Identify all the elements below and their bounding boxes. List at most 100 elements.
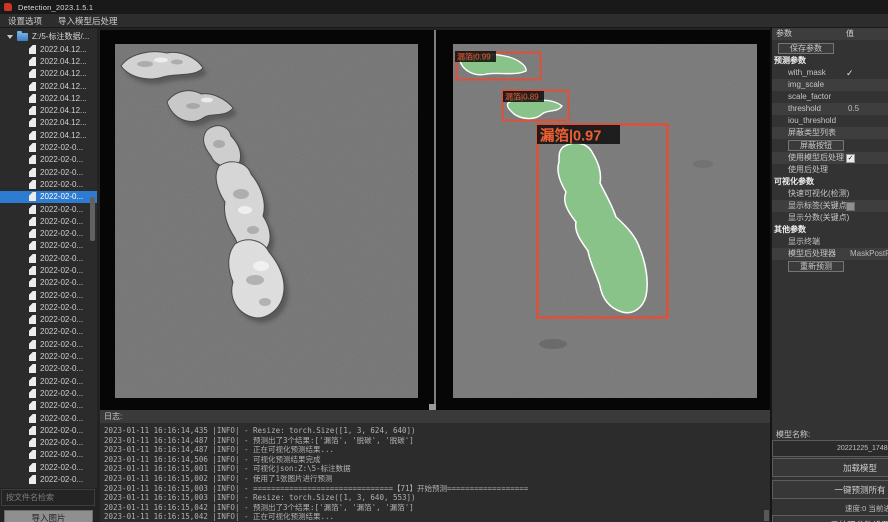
import-images-button[interactable]: 导入图片	[4, 510, 93, 522]
tree-item[interactable]: 2022-02-0...	[0, 277, 97, 289]
checkbox-empty[interactable]	[846, 202, 855, 211]
file-icon	[29, 168, 36, 177]
tree-item[interactable]: 2022-02-0...	[0, 240, 97, 252]
file-icon	[29, 315, 36, 324]
param-button-row: 重新预测	[772, 260, 888, 273]
param-row[interactable]: 模型后处理器MaskPostPro	[772, 248, 888, 260]
param-row[interactable]: scale_factor	[772, 91, 888, 103]
tree-item[interactable]: 2022-02-0...	[0, 178, 97, 190]
tree-item[interactable]: 2022.04.12...	[0, 80, 97, 92]
model-name-field[interactable]: 20221225_174813	[772, 440, 888, 457]
tree-item[interactable]: 2022-02-0...	[0, 461, 97, 473]
tree-item-label: 2022-02-0...	[40, 450, 83, 459]
tree-item[interactable]: 2022.04.12...	[0, 55, 97, 67]
file-tree-items: 2022.04.12...2022.04.12...2022.04.12...2…	[0, 43, 97, 486]
tree-item[interactable]: 2022-02-0...	[0, 264, 97, 276]
tree-item-label: 2022.04.12...	[40, 131, 87, 140]
tree-item[interactable]: 2022.04.12...	[0, 92, 97, 104]
app-icon	[4, 3, 12, 11]
param-row[interactable]: img_scale	[772, 79, 888, 91]
param-row[interactable]: 显示标签(关键点)	[772, 200, 888, 212]
tree-item[interactable]: 2022-02-0...	[0, 203, 97, 215]
tree-item[interactable]: 2022-02-0...	[0, 363, 97, 375]
file-icon	[29, 69, 36, 78]
tree-item[interactable]: 2022.04.12...	[0, 104, 97, 116]
param-label: 显示分数(关键点)	[788, 212, 849, 224]
log-line: 2023-01-11 16:16:15,001 |INFO| - 可视化json…	[104, 464, 770, 474]
tree-item[interactable]: 2022-02-0...	[0, 191, 97, 203]
file-icon	[29, 414, 36, 423]
tree-item-label: 2022-02-0...	[40, 155, 83, 164]
tree-item-label: 2022-02-0...	[40, 217, 83, 226]
tree-item[interactable]: 2022.04.12...	[0, 68, 97, 80]
tree-item[interactable]: 2022-02-0...	[0, 252, 97, 264]
log-line: 2023-01-11 16:16:14,435 |INFO| - Resize:…	[104, 426, 770, 436]
param-row[interactable]: 屏蔽类型列表	[772, 127, 888, 139]
file-icon	[29, 57, 36, 66]
mask-types-button[interactable]: 屏蔽按钮	[788, 140, 844, 151]
file-icon	[29, 377, 36, 386]
source-image-panel[interactable]	[100, 30, 434, 410]
tree-item[interactable]: 2022-02-0...	[0, 412, 97, 424]
param-label: with_mask	[788, 67, 826, 79]
tree-scrollbar-thumb[interactable]	[90, 197, 95, 241]
param-row[interactable]: iou_threshold	[772, 115, 888, 127]
predict-all-button[interactable]: 一键预测所有	[772, 480, 888, 499]
tree-item-label: 2022-02-0...	[40, 463, 83, 472]
tree-item[interactable]: 2022-02-0...	[0, 314, 97, 326]
load-model-button[interactable]: 加载模型	[772, 458, 888, 477]
menu-item-import-postprocess[interactable]: 导入模型后处理	[58, 15, 118, 27]
file-icon	[29, 155, 36, 164]
repredict-button[interactable]: 重新预测	[788, 261, 844, 272]
menu-item-settings[interactable]: 设置选项	[8, 15, 42, 27]
param-row[interactable]: with_mask✓	[772, 67, 888, 79]
tree-item[interactable]: 2022-02-0...	[0, 400, 97, 412]
log-line: 2023-01-11 16:16:15,003 |INFO| - =======…	[104, 484, 770, 494]
tree-item[interactable]: 2022-02-0...	[0, 215, 97, 227]
save-params-button[interactable]: 保存参数	[778, 43, 834, 54]
tree-item[interactable]: 2022.04.12...	[0, 43, 97, 55]
log-scrollbar-thumb[interactable]	[764, 510, 769, 521]
prediction-image-panel[interactable]: 漏箔|0.99 漏箔|0.89 漏箔|0.97	[436, 30, 770, 410]
tree-item[interactable]: 2022-02-0...	[0, 326, 97, 338]
chevron-down-icon[interactable]	[7, 35, 13, 39]
tree-item[interactable]: 2022-02-0...	[0, 141, 97, 153]
param-row[interactable]: 使用后处理	[772, 164, 888, 176]
param-row[interactable]: 显示分数(关键点)	[772, 212, 888, 224]
tree-item[interactable]: 2022-02-0...	[0, 227, 97, 239]
param-label: scale_factor	[788, 91, 831, 103]
tree-item[interactable]: 2022.04.12...	[0, 117, 97, 129]
tree-item[interactable]: 2022-02-0...	[0, 154, 97, 166]
tree-item[interactable]: 2022-02-0...	[0, 387, 97, 399]
speed-progress-status: 速度:0 当前进度	[845, 503, 888, 514]
tree-item-label: 2022-02-0...	[40, 377, 83, 386]
tree-item[interactable]: 2022-02-0...	[0, 437, 97, 449]
tree-item[interactable]: 2022.04.12...	[0, 129, 97, 141]
tree-item[interactable]: 2022-02-0...	[0, 424, 97, 436]
file-icon	[29, 463, 36, 472]
param-row[interactable]: 快速可视化(检测)	[772, 188, 888, 200]
tree-item[interactable]: 2022-02-0...	[0, 473, 97, 485]
param-table-header: 参数 值	[772, 28, 888, 40]
param-button-row: 保存参数	[772, 42, 888, 55]
postprocess-params-button[interactable]: 后处理参数设置	[772, 515, 888, 522]
param-row[interactable]: 显示终端	[772, 236, 888, 248]
tree-item-label: 2022-02-0...	[40, 266, 83, 275]
tree-item[interactable]: 2022-02-0...	[0, 375, 97, 387]
tree-item-label: 2022-02-0...	[40, 168, 83, 177]
tree-item[interactable]: 2022-02-0...	[0, 301, 97, 313]
tree-item[interactable]: 2022-02-0...	[0, 289, 97, 301]
tree-item[interactable]: 2022-02-0...	[0, 449, 97, 461]
tree-item-label: 2022-02-0...	[40, 389, 83, 398]
tree-item[interactable]: 2022-02-0...	[0, 350, 97, 362]
tree-item[interactable]: 2022-02-0...	[0, 338, 97, 350]
tree-item[interactable]: 2022-02-0...	[0, 166, 97, 178]
param-row[interactable]: threshold0.5	[772, 103, 888, 115]
param-column-header: 参数	[776, 28, 792, 40]
checkbox-checked[interactable]: ✓	[846, 154, 855, 163]
param-row[interactable]: 使用模型后处理✓	[772, 152, 888, 164]
search-input[interactable]	[1, 489, 95, 506]
tree-root-node[interactable]: Z:/5-标注数据/...	[0, 30, 97, 43]
model-name-label: 模型名称:	[776, 429, 810, 440]
file-icon	[29, 401, 36, 410]
